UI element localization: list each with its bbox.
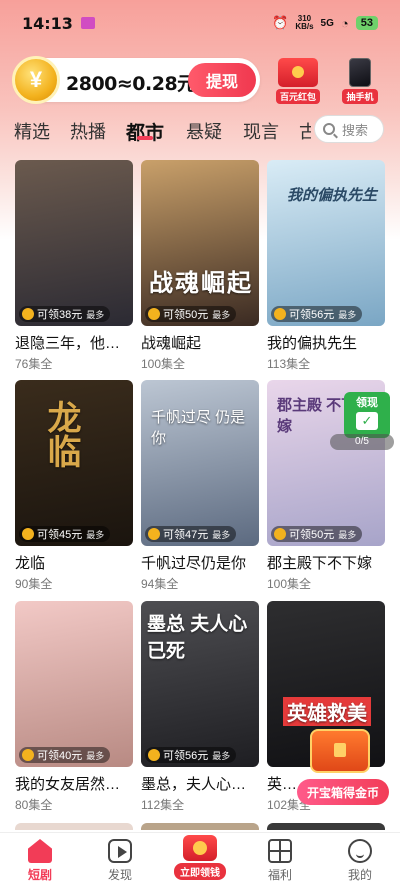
drama-card[interactable]: 可领40元 最多 我的女友居然… 80集全 [15, 601, 133, 813]
drama-episodes: 80集全 [15, 798, 53, 812]
red-packet-icon [278, 58, 318, 87]
home-icon [28, 839, 52, 863]
drama-poster[interactable]: 可领38元 最多 [15, 160, 133, 326]
widget-title: 领现 [356, 397, 378, 409]
drama-title: 我的女友居然… [15, 776, 121, 793]
nav-label: 发现 [107, 868, 132, 882]
nav-label: 短剧 [27, 868, 52, 882]
cash-task-widget[interactable]: 领现 ✓ [344, 392, 390, 438]
wifi-icon: ◔ [340, 15, 349, 31]
drama-title: 墨总，夫人心… [141, 776, 247, 793]
app-notification-icon [80, 17, 95, 29]
tab-hot[interactable]: 热播 [70, 118, 106, 144]
poster-title: 我的偏执先生 [287, 187, 378, 204]
phone-lottery-label: 抽手机 [342, 89, 378, 104]
reward-badge: 可领45元 最多 [19, 526, 111, 542]
status-icons: ⏰ 310 KB/s 5G ◔ 53 [272, 15, 378, 31]
tab-romance[interactable]: 现言 [243, 118, 279, 144]
next-row-peek [267, 823, 385, 830]
phone-icon [349, 58, 371, 87]
drama-title: 退隐三年，他… [15, 335, 121, 352]
drama-card[interactable]: 战魂崛起 可领50元 最多 战魂崛起 100集全 [141, 160, 259, 372]
reward-badge: 可领56元 最多 [271, 306, 363, 322]
drama-poster[interactable]: 墨总 夫人心已死 可领56元 最多 [141, 601, 259, 767]
nav-earn-now[interactable]: 立即领钱 [170, 835, 230, 880]
tab-suspense[interactable]: 悬疑 [186, 118, 222, 144]
drama-title: 郡主殿下不下嫁 [267, 555, 373, 572]
signal-icon: 5G [320, 17, 334, 29]
drama-title: 千帆过尽仍是你 [141, 555, 247, 572]
active-tab-indicator [137, 136, 153, 140]
drama-episodes: 90集全 [15, 577, 53, 591]
treasure-chest-icon[interactable] [300, 725, 384, 777]
next-row-peek [15, 823, 133, 830]
reward-badge: 可领40元 最多 [19, 747, 111, 763]
reward-badge: 可领47元 最多 [145, 526, 237, 542]
drama-poster[interactable]: 我的偏执先生 可领56元 最多 [267, 160, 385, 326]
alarm-icon: ⏰ [272, 15, 289, 30]
drama-card[interactable]: 墨总 夫人心已死 可领56元 最多 墨总，夫人心… 112集全 [141, 601, 259, 813]
battery-indicator: 53 [355, 16, 378, 30]
drama-episodes: 113集全 [267, 357, 311, 371]
drama-card[interactable]: 龙临 可领45元 最多 龙临 90集全 [15, 380, 133, 592]
nav-label: 我的 [347, 868, 372, 882]
nav-discover[interactable]: 发现 [90, 839, 150, 883]
poster-title: 千帆过尽 仍是你 [151, 409, 246, 447]
nav-label: 福利 [267, 868, 292, 882]
drama-episodes: 112集全 [141, 798, 185, 812]
tab-featured[interactable]: 精选 [14, 118, 50, 144]
drama-title: 龙临 [15, 555, 46, 572]
reward-badge: 可领38元 最多 [19, 306, 111, 322]
red-packet-promo[interactable]: 百元红包 [270, 58, 326, 104]
drama-title: 英雄救美 [267, 776, 297, 793]
red-envelope-icon [183, 835, 217, 861]
drama-title: 战魂崛起 [141, 335, 202, 352]
net-speed: 310 KB/s [295, 14, 314, 31]
drama-poster[interactable]: 千帆过尽 仍是你 可领47元 最多 [141, 380, 259, 546]
coin-balance-bar[interactable]: ¥ 2800≈0.28元 提现 [12, 56, 260, 104]
drama-poster[interactable]: 战魂崛起 可领50元 最多 [141, 160, 259, 326]
clock: 14:13 [22, 13, 73, 33]
smile-icon [348, 839, 372, 863]
bottom-nav: 短剧 发现 立即领钱 福利 我的 [0, 832, 400, 889]
coin-amount: 2800≈0.28元 [66, 73, 196, 95]
next-row-peek [141, 823, 259, 830]
reward-badge: 可领56元 最多 [145, 747, 237, 763]
coin-icon: ¥ [12, 56, 60, 104]
search-icon [323, 123, 335, 135]
nav-me[interactable]: 我的 [330, 839, 390, 883]
open-chest-button[interactable]: 开宝箱得金币 [297, 779, 389, 805]
nav-short-drama[interactable]: 短剧 [10, 839, 70, 883]
red-packet-label: 百元红包 [275, 89, 320, 104]
play-icon [108, 839, 132, 863]
search-placeholder: 搜索 [342, 122, 369, 138]
poster-title: 龙临 [42, 400, 80, 468]
drama-episodes: 100集全 [141, 357, 186, 371]
drama-poster[interactable]: 龙临 可领45元 最多 [15, 380, 133, 546]
poster-title: 战魂崛起 [149, 270, 253, 297]
task-progress: 0/5 [330, 434, 394, 450]
drama-episodes: 76集全 [15, 357, 53, 371]
search-input[interactable]: 搜索 [314, 115, 384, 143]
drama-card[interactable]: 可领38元 最多 退隐三年，他… 76集全 [15, 160, 133, 372]
reward-badge: 可领50元 最多 [145, 306, 237, 322]
tab-ancient[interactable]: 古 [299, 118, 311, 144]
drama-episodes: 94集全 [141, 577, 179, 591]
poster-title: 英雄救美 [283, 697, 371, 726]
tab-urban[interactable]: 都市 [126, 118, 164, 145]
drama-title: 我的偏执先生 [267, 335, 358, 352]
withdraw-button[interactable]: 提现 [188, 63, 256, 97]
status-bar: 14:13 ⏰ 310 KB/s 5G ◔ 53 [0, 0, 400, 46]
drama-card[interactable]: 我的偏执先生 可领56元 最多 我的偏执先生 113集全 [267, 160, 385, 372]
nav-welfare[interactable]: 福利 [250, 839, 310, 883]
checkmark-icon: ✓ [356, 412, 378, 430]
nav-label: 立即领钱 [174, 863, 226, 880]
drama-episodes: 100集全 [267, 577, 312, 591]
drama-card[interactable]: 千帆过尽 仍是你 可领47元 最多 千帆过尽仍是你 94集全 [141, 380, 259, 592]
gift-icon [268, 839, 292, 863]
poster-title: 墨总 夫人心已死 [147, 614, 248, 662]
phone-lottery-promo[interactable]: 抽手机 [332, 58, 388, 104]
drama-poster[interactable]: 可领40元 最多 [15, 601, 133, 767]
reward-badge: 可领50元 最多 [271, 526, 363, 542]
